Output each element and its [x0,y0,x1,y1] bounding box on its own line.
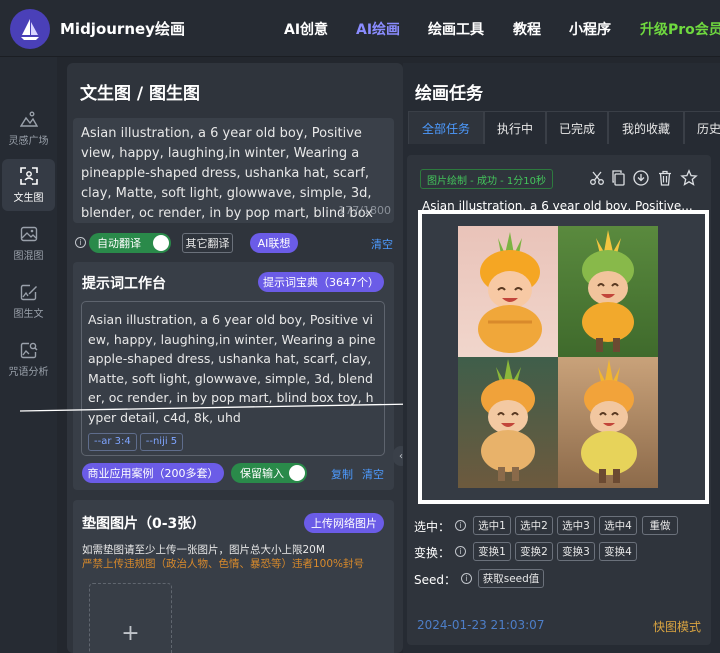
upload-image-box[interactable]: + [89,583,172,653]
transform-1-button[interactable]: 变换1 [473,542,511,561]
scan-icon [19,166,38,185]
param-tag-ar[interactable]: --ar 3:4 [88,432,137,451]
sidebar-item-inspiration[interactable]: 灵感广场 [2,102,55,154]
select-4-button[interactable]: 选中4 [599,516,637,535]
nav-upgrade-pro[interactable]: 升级Pro会员 [640,19,720,39]
select-label: 选中： [414,520,451,534]
tab-favorites[interactable]: 我的收藏 [608,111,684,144]
upload-web-image-button[interactable]: 上传网络图片 [304,513,384,533]
info-icon[interactable]: i [75,237,86,248]
result-image-frame[interactable] [418,210,709,504]
auto-translate-label: 自动翻译 [97,237,141,250]
task-timestamp: 2024-01-23 21:03:07 [417,618,545,632]
copy-link[interactable]: 复制 [331,466,353,482]
info-icon[interactable]: i [455,546,466,557]
get-seed-button[interactable]: 获取seed值 [478,569,544,588]
sidebar-item-image-to-text[interactable]: 图生文 [2,275,55,327]
info-icon[interactable]: i [461,573,472,584]
tab-all-tasks[interactable]: 全部任务 [408,111,484,144]
clear-prompt-link[interactable]: 清空 [371,236,393,252]
fast-mode-label: 快图模式 [652,620,701,634]
pad-warning: 严禁上传违规图（政治人物、色情、暴恐等）违者100%封号 [82,558,365,570]
prompt-dictionary-button[interactable]: 提示词宝典（3647个） [258,272,384,292]
param-tag-niji[interactable]: --niji 5 [139,432,184,451]
keep-input-label: 保留输入 [240,467,284,480]
workshop-title: 提示词工作台 [82,276,166,292]
panel-title: 文生图 / 图生图 [80,84,201,104]
copy-icon[interactable] [610,169,628,187]
image-icon [20,226,37,241]
result-image-4[interactable] [558,357,658,488]
sidebar-item-label: 灵感广场 [8,135,49,147]
redo-button[interactable]: 重做 [642,516,678,535]
nav-painting-tools[interactable]: 绘画工具 [428,19,484,39]
commercial-cases-button[interactable]: 商业应用案例（200多套） [82,463,224,483]
ai-associate-button[interactable]: AI联想 [250,233,298,253]
pad-title: 垫图图片（0-3张） [82,516,206,532]
result-image-1[interactable] [458,226,558,357]
result-image-2[interactable] [558,226,658,357]
star-icon[interactable] [680,169,698,187]
pad-hint: 如需垫图请至少上传一张图片，图片总大小上限20M [82,544,325,556]
sidebar-item-label: 图生文 [13,308,44,320]
tab-running[interactable]: 执行中 [484,111,546,144]
plus-icon: + [121,620,140,646]
logo[interactable] [10,9,50,49]
image-search-icon [20,342,38,358]
workshop-textarea[interactable]: Asian illustration, a 6 year old boy, Po… [81,301,385,456]
sidebar-item-label: 图混图 [13,250,44,262]
sidebar-item-image-mix[interactable]: 图混图 [2,217,55,269]
status-badge: 图片绘制 - 成功 - 1分10秒 [420,169,554,189]
tab-history[interactable]: 历史 [684,111,720,144]
toggle-knob [153,235,169,251]
sidebar: 灵感广场 文生图 图混图 图生文 咒语分析 [0,57,57,653]
download-icon[interactable] [632,169,650,187]
transform-3-button[interactable]: 变换3 [557,542,595,561]
nav-mini-program[interactable]: 小程序 [569,19,611,39]
sidebar-item-spell-analysis[interactable]: 咒语分析 [2,333,55,385]
select-3-button[interactable]: 选中3 [557,516,595,535]
transform-4-button[interactable]: 变换4 [599,542,637,561]
trash-icon[interactable] [656,169,674,187]
select-1-button[interactable]: 选中1 [473,516,511,535]
info-icon[interactable]: i [455,520,466,531]
task-card: 图片绘制 - 成功 - 1分10秒 Asian illustration, a … [407,155,711,645]
edit-image-icon [20,284,37,300]
clear-workshop-link[interactable]: 清空 [362,466,384,482]
nav-tutorial[interactable]: 教程 [513,19,541,39]
keep-input-toggle[interactable]: 保留输入 [231,463,307,483]
pad-image-card: 垫图图片（0-3张） 上传网络图片 如需垫图请至少上传一张图片，图片总大小上限2… [73,500,394,653]
select-2-button[interactable]: 选中2 [515,516,553,535]
task-panel-title: 绘画任务 [415,84,483,104]
annotation-arrow [20,399,420,412]
scissors-icon[interactable] [588,169,606,187]
generation-panel: 文生图 / 图生图 Asian illustration, a 6 year o… [67,63,403,653]
prompt-workshop-card: 提示词工作台 提示词宝典（3647个） Asian illustration, … [73,262,394,490]
sidebar-item-label: 咒语分析 [8,366,49,378]
toggle-knob [289,465,305,481]
mountain-icon [19,111,38,127]
other-translate-button[interactable]: 其它翻译 [182,233,233,253]
top-bar: Midjourney绘画 AI创意 AI绘画 绘画工具 教程 小程序 升级Pro… [0,0,720,57]
sidebar-item-label: 文生图 [13,192,44,204]
task-panel: 绘画任务 全部任务 执行中 已完成 我的收藏 历史 图片绘制 - 成功 - 1分… [403,63,720,653]
auto-translate-toggle[interactable]: 自动翻译 [89,233,171,253]
seed-label: Seed： [414,573,457,587]
transform-2-button[interactable]: 变换2 [515,542,553,561]
tab-completed[interactable]: 已完成 [546,111,608,144]
sidebar-item-text-to-image[interactable]: 文生图 [2,159,55,211]
sailboat-icon [21,19,39,40]
char-counter: 177/1800 [338,204,391,217]
nav-ai-painting[interactable]: AI绘画 [356,19,400,39]
transform-label: 变换： [414,546,451,560]
app-title: Midjourney绘画 [60,20,185,38]
result-image-3[interactable] [458,357,558,488]
nav-ai-creative[interactable]: AI创意 [284,19,328,39]
